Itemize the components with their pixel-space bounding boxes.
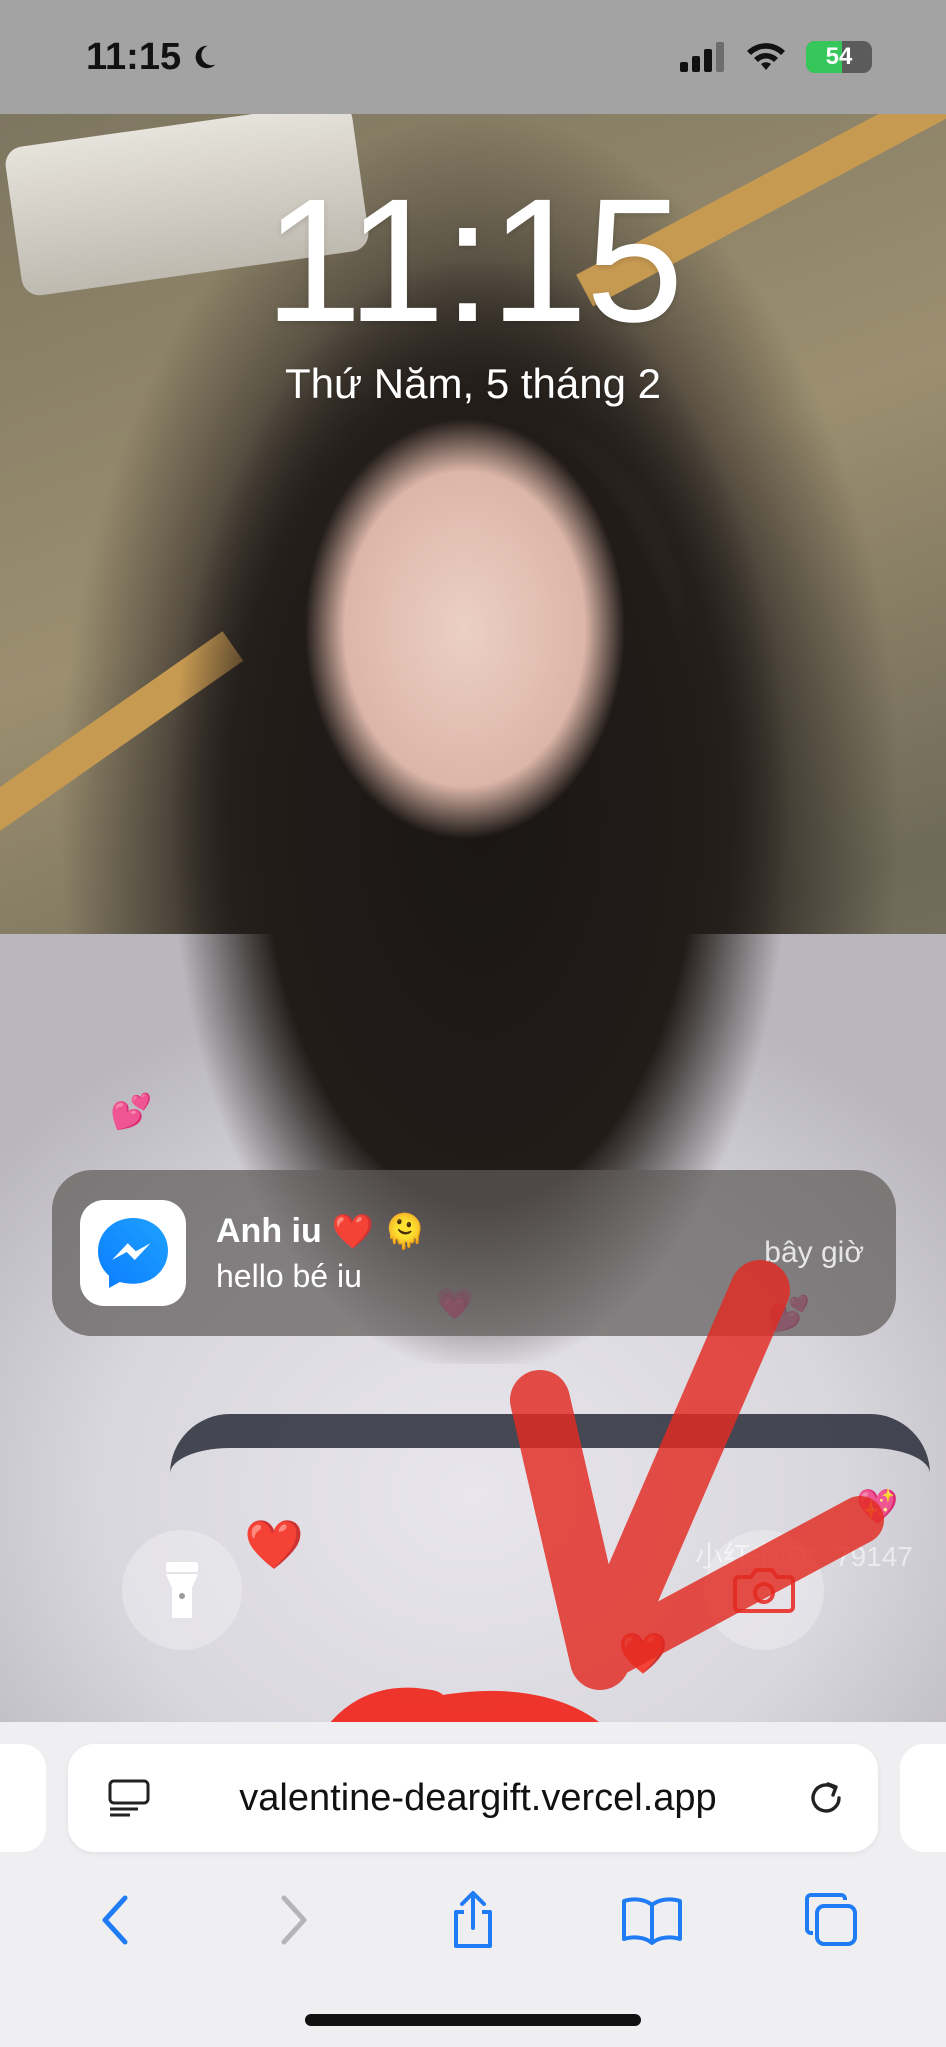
bookmarks-icon	[621, 1897, 682, 1945]
watermark: 小红书ID：79147	[695, 1541, 913, 1572]
heart-sticker-icon: 💖	[856, 1488, 899, 1526]
next-tab-preview[interactable]	[900, 1744, 946, 1852]
reload-icon[interactable]	[806, 1778, 846, 1818]
status-time-text: 11:15	[86, 35, 182, 78]
heart-sticker-icon: 💕	[110, 1093, 153, 1131]
notification-time: bây giờ	[764, 1236, 864, 1269]
messenger-notification[interactable]: Anh iu ❤️ 🫠 hello bé iu bây giờ	[52, 1170, 896, 1336]
back-icon	[102, 1895, 128, 1945]
home-indicator[interactable]	[305, 2014, 641, 2026]
bookmarks-button[interactable]	[612, 1880, 692, 1960]
status-bar: 11:15 54	[0, 0, 946, 114]
battery-level: 54	[825, 43, 853, 70]
lock-screen-time: 11:15	[264, 163, 683, 359]
browser-nav-row	[0, 1870, 946, 1970]
page-menu-icon[interactable]	[108, 1779, 150, 1817]
notification-title: Anh iu ❤️ 🫠	[216, 1212, 764, 1252]
flashlight-button[interactable]	[122, 1530, 242, 1650]
share-icon	[453, 1891, 492, 1948]
heart-sticker-icon: ❤️	[244, 1519, 304, 1572]
wifi-icon	[747, 43, 785, 70]
lock-screen-date: Thứ Năm, 5 tháng 2	[285, 360, 661, 407]
messenger-icon	[80, 1200, 186, 1306]
flashlight-icon	[166, 1562, 198, 1618]
cellular-signal-icon	[680, 42, 724, 72]
notification-sender-emoji: ❤️ 🫠	[331, 1212, 426, 1251]
url-text[interactable]: valentine-deargift.vercel.app	[150, 1777, 806, 1820]
notification-message: hello bé iu	[216, 1257, 362, 1294]
status-indicators: 54	[680, 41, 872, 73]
moon-icon	[195, 45, 216, 69]
back-button[interactable]	[75, 1880, 155, 1960]
battery-icon: 54	[806, 41, 872, 73]
tabs-icon	[804, 1893, 857, 1946]
notification-sender: Anh iu	[216, 1212, 322, 1250]
safari-toolbar: valentine-deargift.vercel.app	[0, 1722, 946, 2047]
forward-button[interactable]	[254, 1880, 334, 1960]
forward-icon	[281, 1895, 307, 1945]
previous-tab-preview[interactable]	[0, 1744, 46, 1852]
status-time: 11:15	[86, 36, 219, 79]
share-button[interactable]	[433, 1880, 513, 1960]
heart-sticker-icon: ❤️	[618, 1632, 668, 1676]
notification-content: Anh iu ❤️ 🫠 hello bé iu	[216, 1212, 764, 1295]
address-bar[interactable]: valentine-deargift.vercel.app	[68, 1744, 878, 1852]
tabs-button[interactable]	[791, 1880, 871, 1960]
